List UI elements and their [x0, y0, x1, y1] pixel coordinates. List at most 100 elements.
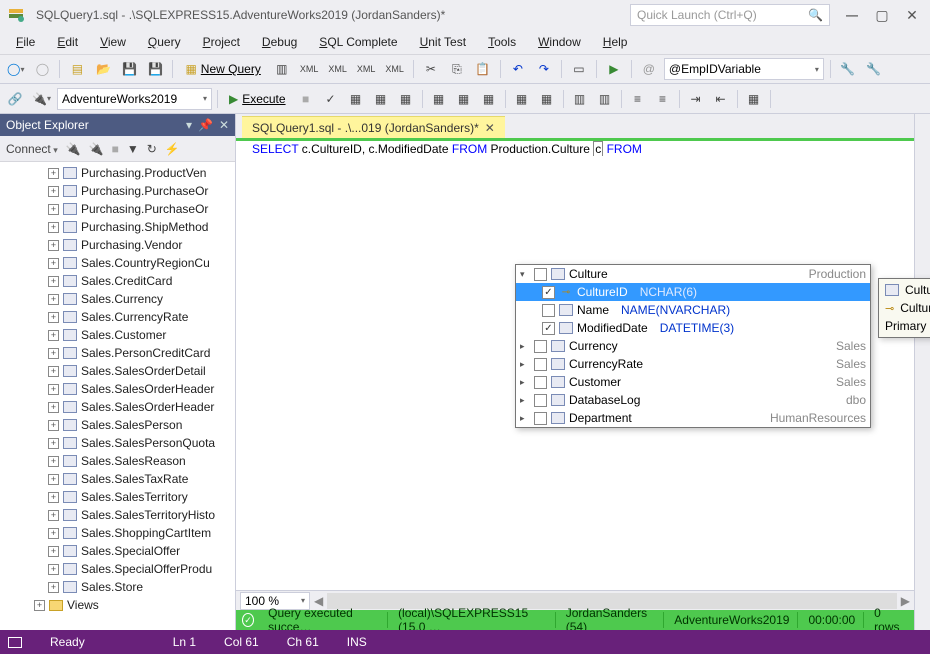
table-node[interactable]: +Sales.SalesPersonQuota	[0, 434, 235, 452]
connect-button[interactable]: Connect	[6, 142, 58, 156]
expand-icon[interactable]: +	[48, 420, 59, 431]
quick-launch-input[interactable]: Quick Launch (Ctrl+Q) 🔍	[630, 4, 830, 26]
grid-icon-2[interactable]: ▥	[594, 88, 616, 110]
db-icon[interactable]: ▥	[271, 58, 293, 80]
table-node[interactable]: +Sales.SalesPerson	[0, 416, 235, 434]
refresh-icon[interactable]: ↻	[147, 142, 157, 156]
expand-icon[interactable]: +	[48, 456, 59, 467]
table-node[interactable]: +Purchasing.PurchaseOr	[0, 200, 235, 218]
checkbox[interactable]	[542, 322, 555, 335]
checkbox[interactable]	[534, 412, 547, 425]
table-node[interactable]: +Sales.SalesTerritory	[0, 488, 235, 506]
suggestion-table-culture[interactable]: ▾CultureProduction	[516, 265, 870, 283]
xml-icon-4[interactable]: XML	[382, 58, 407, 80]
plan-icon-1[interactable]: ▦	[345, 88, 367, 110]
table-node[interactable]: +Sales.SalesOrderDetail	[0, 362, 235, 380]
expand-icon[interactable]: +	[48, 258, 59, 269]
table-node[interactable]: +Sales.Customer	[0, 326, 235, 344]
parse-icon[interactable]: ✓	[320, 88, 342, 110]
save-icon[interactable]: 💾	[118, 58, 140, 80]
suggestion-column[interactable]: ⊸CultureIDNCHAR(6)	[516, 283, 870, 301]
filter-icon-2[interactable]: 🔌	[89, 142, 104, 156]
paste-icon[interactable]: 📋	[472, 58, 494, 80]
expand-icon[interactable]: ▸	[520, 341, 530, 352]
variable-dropdown[interactable]: @EmpIDVariable ▾	[664, 58, 824, 80]
cut-icon[interactable]: ✂	[420, 58, 442, 80]
object-tree[interactable]: +Purchasing.ProductVen +Purchasing.Purcha…	[0, 162, 235, 630]
database-selector[interactable]: AdventureWorks2019 ▾	[57, 88, 212, 110]
menu-sqlcomplete[interactable]: SQL Complete	[309, 33, 407, 51]
link-icon[interactable]: 🔗	[4, 88, 26, 110]
expand-icon[interactable]: +	[48, 492, 59, 503]
collapse-icon[interactable]: ▾	[520, 269, 530, 280]
change-conn-icon[interactable]: 🔌 ▾	[29, 88, 54, 110]
expand-icon[interactable]: +	[48, 564, 59, 575]
grid-icon-1[interactable]: ▥	[569, 88, 591, 110]
results-icon-2[interactable]: ▦	[453, 88, 475, 110]
checkbox[interactable]	[534, 358, 547, 371]
opt-icon-1[interactable]: ▦	[511, 88, 533, 110]
stop-filter-icon[interactable]: ■	[112, 142, 119, 156]
expand-icon[interactable]: +	[48, 582, 59, 593]
outdent-icon[interactable]: ⇤	[710, 88, 732, 110]
suggestion-column[interactable]: NameNAME(NVARCHAR)	[516, 301, 870, 319]
indent-icon[interactable]: ⇥	[685, 88, 707, 110]
table-node[interactable]: +Sales.SalesTaxRate	[0, 470, 235, 488]
expand-icon[interactable]: +	[48, 222, 59, 233]
table-node[interactable]: +Sales.SalesTerritoryHisto	[0, 506, 235, 524]
table-node[interactable]: +Sales.SpecialOfferProdu	[0, 560, 235, 578]
open-icon[interactable]: 📂	[92, 58, 114, 80]
new-query-button[interactable]: ▦ New Query	[179, 62, 266, 76]
var-icon[interactable]: @	[638, 58, 660, 80]
intellisense-popup[interactable]: ▾CultureProduction⊸CultureIDNCHAR(6)Name…	[515, 264, 871, 428]
copy-icon[interactable]: ⎘	[446, 58, 468, 80]
tool-icon-2[interactable]: 🔧	[863, 58, 885, 80]
uncomment-icon[interactable]: ≡	[652, 88, 674, 110]
execute-button[interactable]: ▶ Execute	[223, 92, 292, 106]
table-node[interactable]: +Sales.SpecialOffer	[0, 542, 235, 560]
expand-icon[interactable]: +	[34, 600, 45, 611]
expand-icon[interactable]: +	[48, 240, 59, 251]
attach-icon[interactable]: ▭	[568, 58, 590, 80]
expand-icon[interactable]: +	[48, 438, 59, 449]
expand-icon[interactable]: +	[48, 348, 59, 359]
menu-debug[interactable]: Debug	[252, 33, 307, 51]
table-node[interactable]: +Purchasing.Vendor	[0, 236, 235, 254]
menu-view[interactable]: View	[90, 33, 136, 51]
undo-icon[interactable]: ↶	[507, 58, 529, 80]
table-node[interactable]: +Sales.Store	[0, 578, 235, 596]
expand-icon[interactable]: +	[48, 186, 59, 197]
close-panel-icon[interactable]: ✕	[219, 118, 229, 132]
document-tab[interactable]: SQLQuery1.sql - .\...019 (JordanSanders)…	[242, 116, 505, 138]
expand-icon[interactable]: ▸	[520, 413, 530, 424]
table-node[interactable]: +Purchasing.ProductVen	[0, 164, 235, 182]
expand-icon[interactable]: ▸	[520, 377, 530, 388]
suggestion-table[interactable]: ▸DatabaseLogdbo	[516, 391, 870, 409]
xml-icon-2[interactable]: XML	[325, 58, 350, 80]
menu-window[interactable]: Window	[528, 33, 591, 51]
checkbox[interactable]	[542, 286, 555, 299]
suggestion-table[interactable]: ▸CurrencyRateSales	[516, 355, 870, 373]
menu-tools[interactable]: Tools	[478, 33, 526, 51]
maximize-button[interactable]: ▢	[868, 4, 896, 26]
expand-icon[interactable]: +	[48, 330, 59, 341]
xml-icon-1[interactable]: XML	[297, 58, 322, 80]
table-node[interactable]: +Sales.SalesOrderHeader	[0, 380, 235, 398]
filter-icon-3[interactable]: ▼	[127, 142, 139, 156]
suggestion-table[interactable]: ▸CurrencySales	[516, 337, 870, 355]
checkbox[interactable]	[542, 304, 555, 317]
nav-back-button[interactable]: ◯ ▾	[4, 58, 27, 80]
views-folder[interactable]: +Views	[0, 596, 235, 614]
comment-icon[interactable]: ≡	[627, 88, 649, 110]
menu-file[interactable]: File	[6, 33, 45, 51]
play-debug-icon[interactable]: ▶	[603, 58, 625, 80]
expand-icon[interactable]: +	[48, 204, 59, 215]
expand-icon[interactable]: +	[48, 510, 59, 521]
checkbox[interactable]	[534, 268, 547, 281]
expand-icon[interactable]: +	[48, 294, 59, 305]
expand-icon[interactable]: +	[48, 384, 59, 395]
filter-icon-1[interactable]: 🔌	[66, 142, 81, 156]
dropdown-icon[interactable]: ▾	[186, 118, 192, 132]
new-item-icon[interactable]: ▤	[66, 58, 88, 80]
table-node[interactable]: +Sales.SalesReason	[0, 452, 235, 470]
